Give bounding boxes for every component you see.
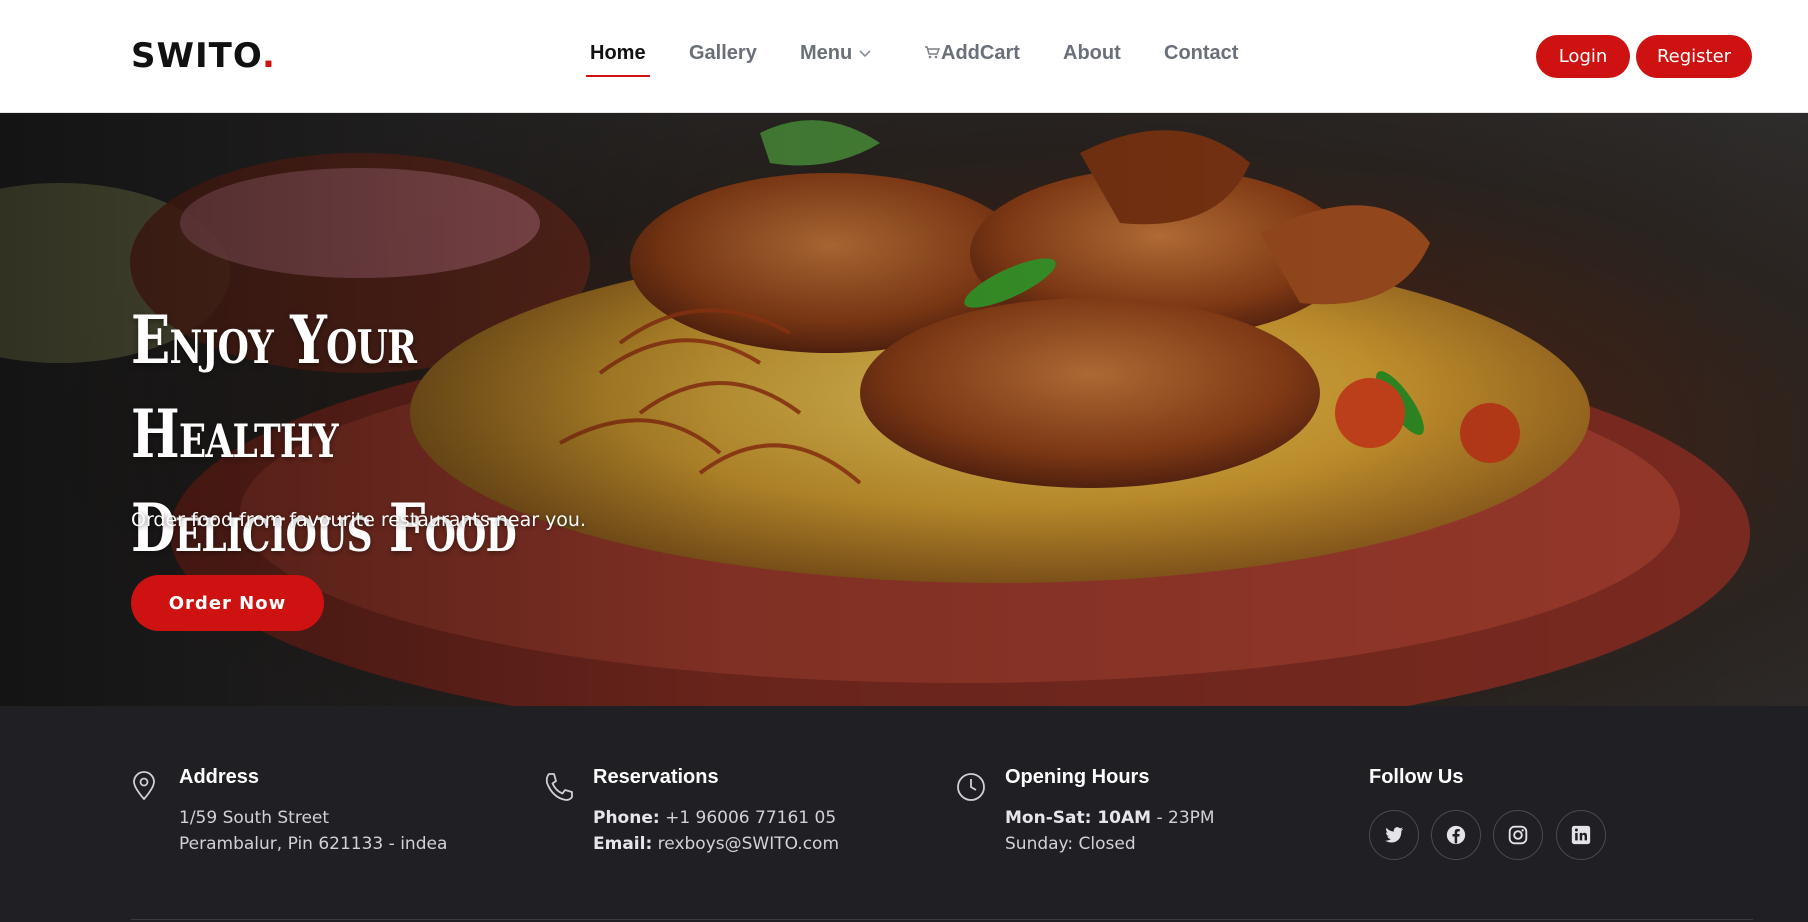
linkedin-icon[interactable] bbox=[1556, 810, 1606, 860]
follow-heading: Follow Us bbox=[1369, 766, 1464, 788]
reservations-email: Email: rexboys@SWITO.com bbox=[593, 834, 839, 854]
instagram-icon[interactable] bbox=[1493, 810, 1543, 860]
hero-title-line1: Enjoy Your Healthy bbox=[131, 301, 417, 473]
cart-icon bbox=[924, 42, 941, 65]
chevron-down-icon bbox=[858, 42, 872, 65]
email-label: Email: bbox=[593, 834, 653, 854]
hero-title: Enjoy Your Healthy Delicious Food bbox=[131, 293, 599, 575]
phone-icon bbox=[543, 771, 575, 807]
nav-about[interactable]: About bbox=[1063, 42, 1121, 65]
logo-dot: . bbox=[262, 36, 276, 76]
twitter-icon[interactable] bbox=[1369, 810, 1419, 860]
address-heading: Address bbox=[179, 766, 260, 788]
phone-label: Phone: bbox=[593, 808, 660, 828]
nav-addcart-label: AddCart bbox=[941, 42, 1020, 64]
nav-menu[interactable]: Menu bbox=[800, 42, 872, 65]
hero-subtitle: Order food from favourite restaurants ne… bbox=[131, 509, 587, 531]
reservations-heading: Reservations bbox=[593, 766, 719, 788]
register-button[interactable]: Register bbox=[1636, 35, 1752, 78]
site-header: SWITO. Home Gallery Menu AddCart About C… bbox=[0, 0, 1808, 113]
login-button[interactable]: Login bbox=[1536, 35, 1630, 78]
clock-icon bbox=[955, 771, 987, 807]
nav-home[interactable]: Home bbox=[590, 42, 646, 65]
hours-heading: Opening Hours bbox=[1005, 766, 1150, 788]
weekday-end: - 23PM bbox=[1151, 808, 1215, 828]
nav-addcart[interactable]: AddCart bbox=[924, 42, 1020, 65]
weekday-label: Mon-Sat: bbox=[1005, 808, 1092, 828]
nav-gallery[interactable]: Gallery bbox=[689, 42, 757, 65]
hours-sunday: Sunday: Closed bbox=[1005, 834, 1136, 854]
hero-section: Enjoy Your Healthy Delicious Food Order … bbox=[0, 113, 1808, 706]
site-logo[interactable]: SWITO. bbox=[131, 36, 276, 76]
email-value[interactable]: rexboys@SWITO.com bbox=[652, 834, 839, 854]
order-now-button[interactable]: Order Now bbox=[131, 575, 324, 631]
phone-value[interactable]: +1 96006 77161 05 bbox=[660, 808, 836, 828]
nav-contact[interactable]: Contact bbox=[1164, 42, 1238, 65]
hours-weekday: Mon-Sat: 10AM - 23PM bbox=[1005, 808, 1215, 828]
address-line1: 1/59 South Street bbox=[179, 808, 330, 828]
address-line2: Perambalur, Pin 621133 - indea bbox=[179, 834, 448, 854]
weekday-start: 10AM bbox=[1091, 808, 1152, 828]
facebook-icon[interactable] bbox=[1431, 810, 1481, 860]
site-footer: Address 1/59 South Street Perambalur, Pi… bbox=[0, 706, 1808, 922]
nav-active-underline bbox=[586, 75, 650, 77]
reservations-phone: Phone: +1 96006 77161 05 bbox=[593, 808, 836, 828]
map-pin-icon bbox=[131, 771, 157, 805]
nav-menu-label: Menu bbox=[800, 42, 853, 64]
footer-divider bbox=[131, 919, 1753, 920]
